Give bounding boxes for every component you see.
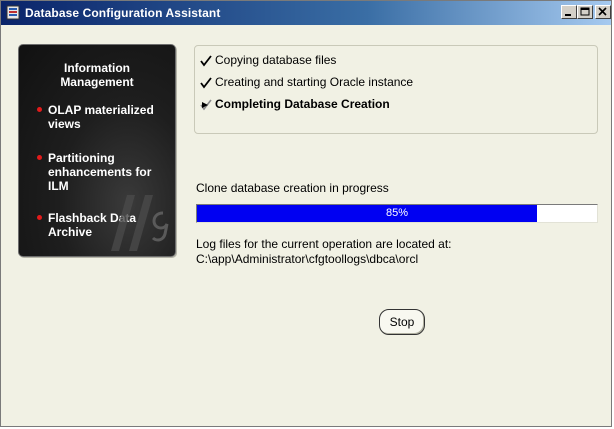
close-button[interactable]: [595, 5, 611, 19]
minimize-icon: [565, 14, 571, 16]
promo-heading: Information Management: [60, 61, 134, 89]
bullet-icon: [37, 215, 42, 220]
checkmark-icon: [200, 55, 212, 67]
maximize-icon: [580, 7, 590, 16]
title-bar[interactable]: Database Configuration Assistant: [1, 1, 611, 25]
progress-bar: 85%: [196, 204, 598, 223]
bullet-icon: [37, 107, 42, 112]
log-location: Log files for the current operation are …: [196, 237, 452, 267]
progress-percent-label: 85%: [385, 207, 409, 219]
log-location-label: Log files for the current operation are …: [196, 237, 452, 251]
in-progress-arrow-icon: [200, 99, 212, 111]
app-icon: [6, 5, 20, 20]
checkmark-icon: [200, 77, 212, 89]
progress-steps-panel: Copying database files Creating and star…: [194, 45, 598, 134]
maximize-button[interactable]: [577, 5, 593, 19]
promo-item-olap: OLAP materialized views: [37, 103, 168, 131]
stop-button[interactable]: Stop: [379, 309, 425, 335]
oracle-11g-logo: [111, 195, 169, 251]
log-location-path: C:\app\Administrator\cfgtoollogs\dbca\or…: [196, 252, 419, 266]
close-icon: [598, 7, 607, 16]
bullet-icon: [37, 155, 42, 160]
dbca-window: Database Configuration Assistant Informa…: [0, 0, 612, 427]
minimize-button[interactable]: [561, 5, 577, 19]
status-text: Clone database creation in progress: [196, 181, 389, 195]
promo-panel: Information Management OLAP materialized…: [18, 44, 176, 257]
window-title: Database Configuration Assistant: [25, 6, 221, 20]
